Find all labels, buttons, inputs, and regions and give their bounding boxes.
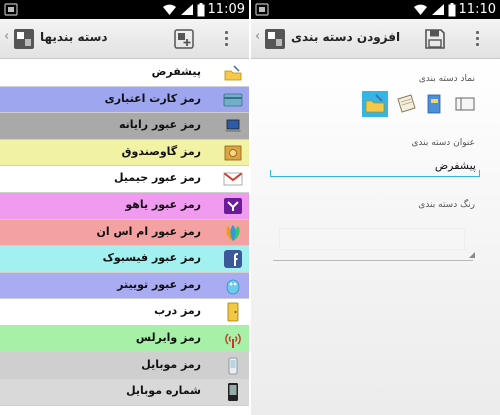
yahoo-icon <box>224 197 242 214</box>
category-label: رمز گاوصندوق <box>121 144 201 158</box>
category-label: رمز عبور رایانه <box>118 118 201 132</box>
app-logo-icon[interactable] <box>264 28 286 50</box>
action-bar: ‹ افزودن دسته بندی <box>251 19 500 59</box>
category-label: رمز عبور ام اس ان <box>96 224 201 238</box>
category-label: رمز عبور توییتر <box>117 277 201 291</box>
category-row[interactable]: رمز عبور توییتر <box>0 272 249 300</box>
signal-icon <box>431 4 444 15</box>
category-color-spinner[interactable] <box>279 228 465 250</box>
gmail-icon <box>223 172 243 186</box>
battery-icon <box>197 2 205 16</box>
icon-choice-book[interactable] <box>422 91 448 117</box>
wireless-icon <box>225 333 241 348</box>
notepad-icon <box>397 94 416 113</box>
twitter-icon <box>226 279 240 295</box>
icon-choice-folder[interactable] <box>362 91 388 117</box>
category-row[interactable]: رمز عبور جیمیل <box>0 166 249 193</box>
category-row[interactable]: رمز موبایل <box>0 352 249 380</box>
category-label: پیشفرض <box>151 65 201 78</box>
category-list: پیشفرض رمز کارت اعتباری رمز عبور رایانه رمز… <box>0 60 249 406</box>
battery-icon <box>448 2 456 16</box>
category-row[interactable]: رمز وایرلس <box>0 325 249 353</box>
save-icon[interactable] <box>424 28 446 50</box>
category-row[interactable]: رمز کارت اعتباری <box>0 86 249 114</box>
overflow-menu-icon[interactable] <box>471 30 483 48</box>
color-field-label: رنگ دسته بندی <box>418 200 475 210</box>
name-input-edge-left <box>270 170 271 176</box>
category-label: رمز کارت اعتباری <box>104 91 201 105</box>
icon-choice-notepad[interactable] <box>393 91 419 117</box>
sim-icon <box>255 3 269 16</box>
icon-choice-card[interactable] <box>452 91 478 117</box>
card-icon <box>455 97 475 111</box>
icon-field-label: نماد دسته بندی <box>418 74 475 84</box>
status-bar: 11:10 <box>251 0 500 19</box>
status-time: 11:10 <box>458 2 496 17</box>
category-label: رمز عبور یاهو <box>125 197 201 211</box>
category-row[interactable]: رمز عبور یاهو <box>0 192 249 220</box>
status-time: 11:09 <box>207 2 245 17</box>
credit-card-icon <box>223 93 243 106</box>
phone-icon <box>228 383 238 402</box>
sim-icon <box>4 3 18 16</box>
category-row[interactable]: پیشفرض <box>0 60 249 87</box>
name-field-label: عنوان دسته بندی <box>411 138 475 148</box>
back-chevron-icon[interactable]: ‹ <box>4 29 9 44</box>
category-label: رمز عبور جیمیل <box>114 171 201 185</box>
back-chevron-icon[interactable]: ‹ <box>255 29 260 44</box>
add-category-form: نماد دسته بندی عنوان دسته بندی پیشفرض رن… <box>251 60 500 415</box>
book-icon <box>427 94 441 114</box>
category-row[interactable]: رمز گاوصندوق <box>0 139 249 167</box>
category-list-screen: 11:09 ‹ دسته بندیها پیشفرض رمز کارت اعتبا… <box>0 0 249 415</box>
category-row[interactable]: رمز عبور ام اس ان <box>0 219 249 247</box>
mobile-icon <box>228 357 238 374</box>
name-input-underline <box>270 176 480 177</box>
add-category-screen: 11:10 ‹ افزودن دسته بندی نماد دسته بندی <box>251 0 500 415</box>
status-bar: 11:09 <box>0 0 249 19</box>
category-name-input[interactable] <box>270 154 476 176</box>
add-category-icon[interactable] <box>173 28 195 50</box>
laptop-icon <box>225 119 241 133</box>
category-label: رمز وایرلس <box>135 330 201 344</box>
folder-icon <box>224 65 242 81</box>
spinner-arrow-icon <box>469 252 475 258</box>
category-label: رمز موبایل <box>141 357 201 371</box>
wifi-icon <box>413 4 427 16</box>
page-title: دسته بندیها <box>40 30 108 44</box>
category-label: شماره موبایل <box>126 384 201 398</box>
color-spinner-underline <box>273 260 473 261</box>
name-input-edge-right <box>479 170 480 176</box>
category-row[interactable]: رمز عبور فیسبوک <box>0 246 249 273</box>
overflow-menu-icon[interactable] <box>220 30 232 48</box>
category-row[interactable]: شماره موبایل <box>0 379 249 406</box>
app-logo-icon[interactable] <box>13 28 35 50</box>
action-bar: ‹ دسته بندیها <box>0 19 249 59</box>
facebook-icon <box>224 250 242 269</box>
door-icon <box>227 302 239 322</box>
page-title: افزودن دسته بندی <box>291 30 401 44</box>
category-row[interactable]: رمز درب <box>0 299 249 326</box>
msn-icon <box>226 224 240 241</box>
safe-icon <box>224 145 242 161</box>
category-label: رمز عبور فیسبوک <box>102 251 201 265</box>
category-label: رمز درب <box>154 304 201 318</box>
folder-icon <box>365 94 385 113</box>
category-row[interactable]: رمز عبور رایانه <box>0 113 249 140</box>
wifi-icon <box>162 4 176 16</box>
signal-icon <box>180 4 193 15</box>
